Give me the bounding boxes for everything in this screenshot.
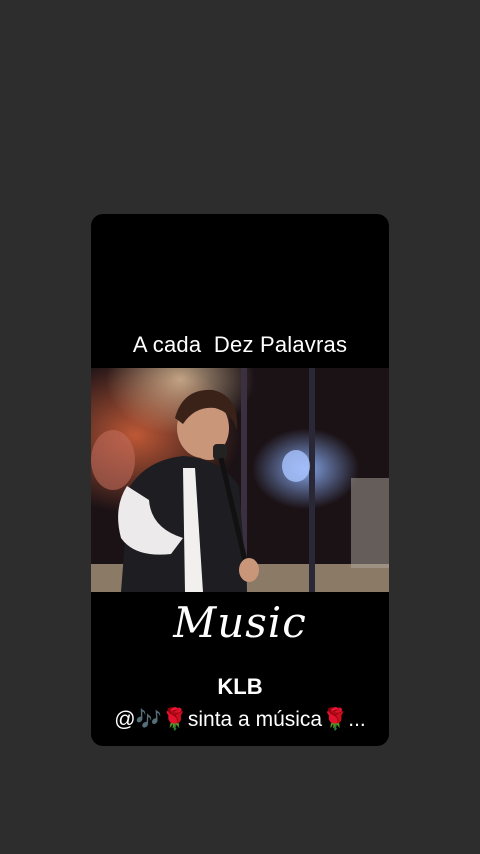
music-label: Music (173, 598, 307, 647)
story-card[interactable]: A cada Dez Palavras Music KLB @🎶🌹sinta a… (91, 214, 389, 746)
artist-name: KLB (217, 674, 263, 699)
singer-photo (91, 368, 389, 592)
caption-text: @🎶🌹sinta a música🌹... (114, 708, 366, 731)
song-title: A cada Dez Palavras (132, 332, 348, 357)
